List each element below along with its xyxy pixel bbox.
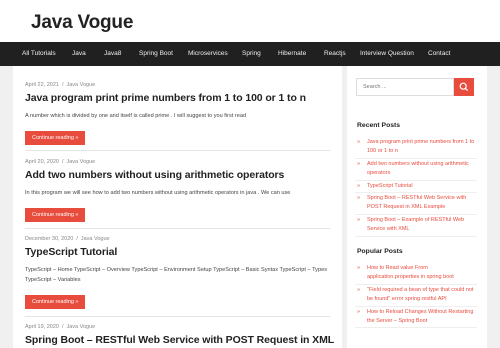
post-author[interactable]: Java Vogue	[66, 324, 95, 330]
search-input[interactable]	[356, 78, 454, 96]
post-divider	[25, 150, 330, 151]
post-excerpt: A number which is divided by one and its…	[25, 113, 247, 119]
nav-item-java[interactable]: Java	[72, 42, 86, 66]
post-meta: April 22, 2021/Java Vogue	[25, 82, 335, 88]
nav-item-java8[interactable]: Java8	[104, 42, 121, 66]
popular-posts-title: Popular Posts	[357, 248, 403, 255]
post-date[interactable]: April 19, 2020	[25, 324, 59, 330]
post-title[interactable]: Spring Boot – RESTful Web Service with P…	[25, 334, 335, 346]
post-card: December 30, 2020/Java Vogue TypeScript …	[25, 236, 335, 309]
nav-item-interview-question[interactable]: Interview Question	[360, 42, 414, 66]
search-icon	[459, 82, 469, 92]
post-date[interactable]: December 30, 2020	[25, 236, 73, 242]
popular-post-link[interactable]: How to Reload Changes Without Restarting…	[355, 308, 477, 329]
meta-separator: /	[61, 159, 64, 165]
post-title[interactable]: Add two numbers without using arithmetic…	[25, 169, 335, 181]
nav-item-microservices[interactable]: Microservices	[188, 42, 228, 66]
post-divider	[25, 228, 330, 229]
recent-post-link[interactable]: Spring Boot – RESTful Web Service with P…	[355, 194, 477, 215]
nav-item-spring[interactable]: Spring	[242, 42, 261, 66]
popular-post-link[interactable]: How to Read value From application.prope…	[355, 264, 477, 285]
recent-post-link[interactable]: Spring Boot – Example of RESTful Web Ser…	[355, 216, 477, 237]
popular-posts-list: How to Read value From application.prope…	[355, 264, 477, 329]
post-excerpt: TypeScript – Home TypeScript – Overview …	[25, 267, 327, 283]
post-divider	[25, 316, 330, 317]
post-list: April 22, 2021/Java Vogue Java program p…	[13, 66, 342, 348]
post-author[interactable]: Java Vogue	[66, 159, 95, 165]
recent-posts-list: Java program print prime numbers from 1 …	[355, 138, 477, 238]
post-meta: April 20, 2020/Java Vogue	[25, 159, 335, 165]
post-excerpt: In this program we will see how to add t…	[25, 190, 291, 196]
post-date[interactable]: April 20, 2020	[25, 159, 59, 165]
popular-post-link[interactable]: "Field required a bean of type that coul…	[355, 286, 477, 307]
post-title[interactable]: TypeScript Tutorial	[25, 246, 335, 258]
search-form	[356, 78, 474, 96]
recent-post-link[interactable]: Java program print prime numbers from 1 …	[355, 138, 477, 159]
nav-item-all-tutorials[interactable]: All Tutorials	[22, 42, 56, 66]
post-meta: April 19, 2020/Java Vogue	[25, 324, 335, 330]
continue-reading-button[interactable]: Continue reading »	[25, 131, 86, 145]
post-author[interactable]: Java Vogue	[66, 82, 95, 88]
recent-posts-title: Recent Posts	[357, 122, 401, 129]
site-header: Java Vogue	[0, 0, 500, 42]
site-title[interactable]: Java Vogue	[31, 12, 133, 34]
nav-item-hibernate[interactable]: Hibernate	[278, 42, 306, 66]
search-button[interactable]	[454, 78, 474, 96]
continue-reading-button[interactable]: Continue reading »	[25, 208, 86, 222]
post-card: April 22, 2021/Java Vogue Java program p…	[25, 82, 335, 145]
recent-post-link[interactable]: Add two numbers without using arithmetic…	[355, 160, 477, 181]
post-date[interactable]: April 22, 2021	[25, 82, 59, 88]
meta-separator: /	[61, 324, 64, 330]
main-navigation: All Tutorials Java Java8 Spring Boot Mic…	[0, 42, 500, 66]
post-title[interactable]: Java program print prime numbers from 1 …	[25, 92, 335, 104]
nav-item-reactjs[interactable]: Reactjs	[324, 42, 346, 66]
recent-post-link[interactable]: TypeScript Tutorial	[355, 182, 477, 194]
continue-reading-button[interactable]: Continue reading »	[25, 295, 86, 309]
meta-separator: /	[61, 82, 64, 88]
post-card: April 20, 2020/Java Vogue Add two number…	[25, 159, 335, 222]
sidebar: Recent Posts Java program print prime nu…	[347, 66, 487, 348]
post-card: April 19, 2020/Java Vogue Spring Boot – …	[25, 324, 335, 346]
meta-separator: /	[76, 236, 78, 242]
nav-item-spring-boot[interactable]: Spring Boot	[139, 42, 173, 66]
post-author[interactable]: Java Vogue	[81, 236, 110, 242]
post-meta: December 30, 2020/Java Vogue	[25, 236, 335, 242]
nav-item-contact[interactable]: Contact	[428, 42, 450, 66]
